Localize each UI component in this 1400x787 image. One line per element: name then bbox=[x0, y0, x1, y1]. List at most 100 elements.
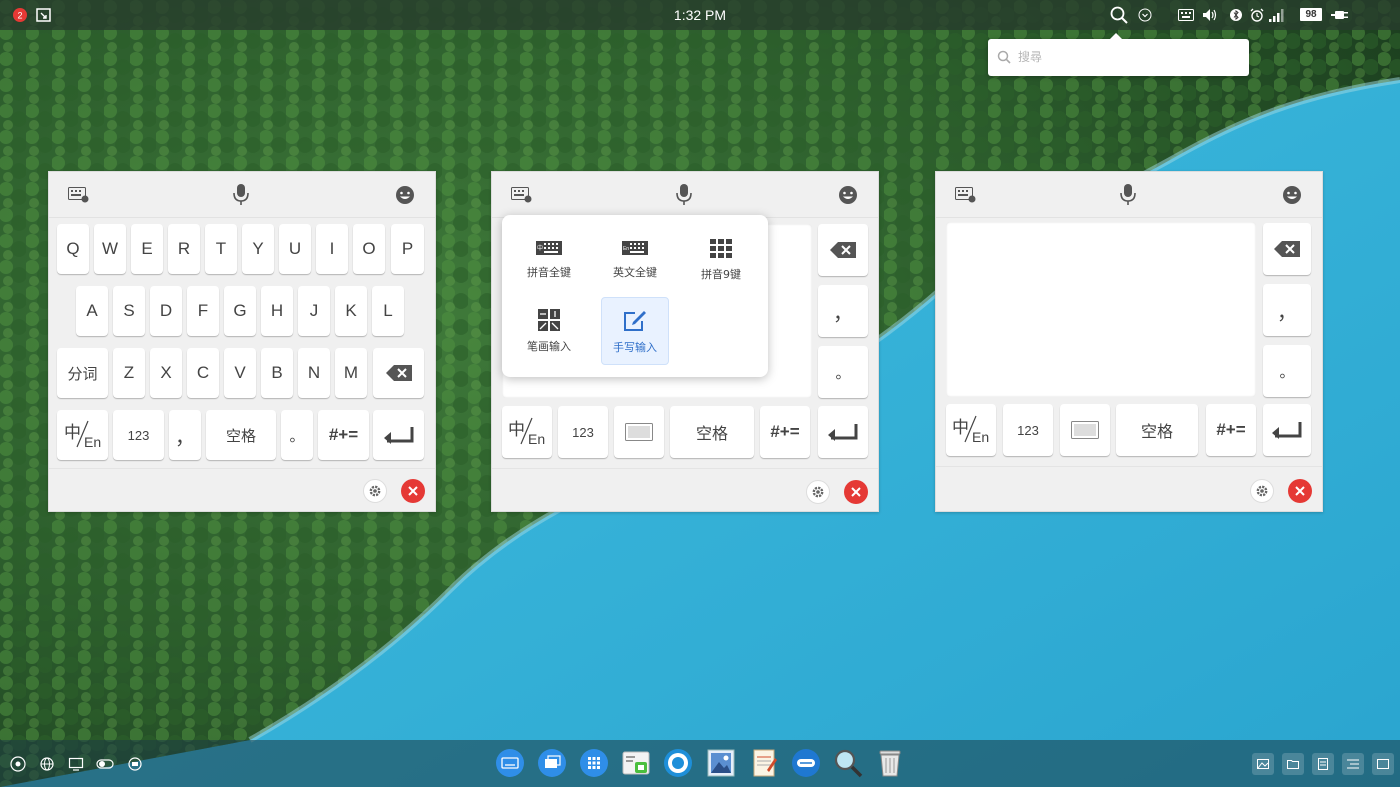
mode-stroke-input[interactable]: 笔画输入 bbox=[515, 297, 583, 365]
comma-key[interactable]: ， bbox=[1263, 284, 1311, 336]
symbols-key[interactable]: #+= bbox=[318, 410, 369, 460]
comma-key[interactable]: ， bbox=[169, 410, 201, 460]
language-switch-key[interactable]: 中 En bbox=[502, 406, 552, 458]
backspace-key[interactable] bbox=[373, 348, 424, 398]
emoji-icon[interactable] bbox=[1280, 184, 1304, 206]
search-icon[interactable] bbox=[1109, 5, 1129, 25]
language-switch-key[interactable]: 中 En bbox=[57, 410, 108, 460]
key-d[interactable]: D bbox=[150, 286, 182, 336]
rotate-icon[interactable] bbox=[125, 754, 145, 774]
keyboard-icon[interactable] bbox=[1178, 7, 1194, 23]
key-n[interactable]: N bbox=[298, 348, 330, 398]
microphone-icon[interactable] bbox=[229, 184, 253, 206]
close-button[interactable] bbox=[1288, 479, 1312, 503]
key-z[interactable]: Z bbox=[113, 348, 145, 398]
show-desktop-icon[interactable] bbox=[1372, 753, 1394, 775]
key-t[interactable]: T bbox=[205, 224, 237, 274]
emoji-icon[interactable] bbox=[836, 184, 860, 206]
signal-icon[interactable] bbox=[1269, 7, 1285, 23]
image-icon[interactable] bbox=[1252, 753, 1274, 775]
bluetooth-icon[interactable] bbox=[1228, 7, 1244, 23]
key-e[interactable]: E bbox=[131, 224, 163, 274]
settings-button[interactable] bbox=[363, 479, 387, 503]
key-y[interactable]: Y bbox=[242, 224, 274, 274]
key-r[interactable]: R bbox=[168, 224, 200, 274]
chevron-down-icon[interactable] bbox=[1137, 7, 1153, 23]
mode-handwriting-input[interactable]: 手写输入 bbox=[601, 297, 669, 365]
key-l[interactable]: L bbox=[372, 286, 404, 336]
keyboard-switch-icon[interactable] bbox=[67, 184, 91, 206]
key-b[interactable]: B bbox=[261, 348, 293, 398]
symbols-key[interactable]: #+= bbox=[760, 406, 810, 458]
handwriting-area[interactable] bbox=[946, 222, 1256, 397]
keyboard-switch-icon[interactable] bbox=[510, 184, 534, 206]
settings-button[interactable] bbox=[806, 480, 830, 504]
period-key[interactable]: 。 bbox=[1263, 345, 1311, 397]
display-icon[interactable] bbox=[66, 754, 86, 774]
key-i[interactable]: I bbox=[316, 224, 348, 274]
comma-key[interactable]: ， bbox=[818, 285, 868, 337]
search-input[interactable] bbox=[1018, 47, 1238, 67]
launcher-app[interactable] bbox=[578, 747, 610, 779]
key-m[interactable]: M bbox=[335, 348, 367, 398]
period-key[interactable]: 。 bbox=[818, 346, 868, 398]
key-u[interactable]: U bbox=[279, 224, 311, 274]
key-q[interactable]: Q bbox=[57, 224, 89, 274]
alarm-icon[interactable] bbox=[1249, 7, 1265, 23]
mode-pinyin-full[interactable]: 中 拼音全键 bbox=[515, 227, 583, 295]
window-manager-app[interactable] bbox=[536, 747, 568, 779]
symbols-key[interactable]: #+= bbox=[1206, 404, 1256, 456]
microphone-icon[interactable] bbox=[672, 184, 696, 206]
enter-key[interactable] bbox=[1263, 404, 1311, 456]
photos-app[interactable] bbox=[705, 747, 737, 779]
chat-app[interactable] bbox=[790, 747, 822, 779]
battery-icon[interactable]: 98 bbox=[1300, 8, 1322, 21]
numbers-key[interactable]: 123 bbox=[113, 410, 164, 460]
key-k[interactable]: K bbox=[335, 286, 367, 336]
key-segment-word[interactable]: 分词 bbox=[57, 348, 108, 398]
key-a[interactable]: A bbox=[76, 286, 108, 336]
keyboard-switch-icon[interactable] bbox=[954, 184, 978, 206]
volume-icon[interactable] bbox=[1202, 7, 1218, 23]
key-h[interactable]: H bbox=[261, 286, 293, 336]
browser-app[interactable] bbox=[662, 747, 694, 779]
space-key[interactable]: 空格 bbox=[670, 406, 754, 458]
mode-english-full[interactable]: En 英文全键 bbox=[601, 227, 669, 295]
enter-key[interactable] bbox=[818, 406, 868, 458]
settings-icon[interactable] bbox=[8, 754, 28, 774]
space-key[interactable]: 空格 bbox=[1116, 404, 1198, 456]
key-j[interactable]: J bbox=[298, 286, 330, 336]
backspace-key[interactable] bbox=[1263, 223, 1311, 275]
text-editor-app[interactable] bbox=[748, 747, 780, 779]
key-s[interactable]: S bbox=[113, 286, 145, 336]
document-icon[interactable] bbox=[1312, 753, 1334, 775]
key-w[interactable]: W bbox=[94, 224, 126, 274]
key-v[interactable]: V bbox=[224, 348, 256, 398]
backspace-key[interactable] bbox=[818, 224, 868, 276]
period-key[interactable]: 。 bbox=[281, 410, 313, 460]
onboard-keyboard-app[interactable] bbox=[494, 747, 526, 779]
emoji-icon[interactable] bbox=[393, 184, 417, 206]
power-plug-icon[interactable] bbox=[1330, 7, 1350, 23]
close-button[interactable] bbox=[844, 480, 868, 504]
numbers-key[interactable]: 123 bbox=[1003, 404, 1053, 456]
search-app[interactable] bbox=[832, 747, 864, 779]
key-p[interactable]: P bbox=[391, 224, 424, 274]
keyboard-hide-key[interactable] bbox=[614, 406, 664, 458]
toggle-icon[interactable] bbox=[95, 754, 115, 774]
list-icon[interactable] bbox=[1342, 753, 1364, 775]
key-o[interactable]: O bbox=[353, 224, 385, 274]
folder-icon[interactable] bbox=[1282, 753, 1304, 775]
enter-key[interactable] bbox=[373, 410, 424, 460]
numbers-key[interactable]: 123 bbox=[558, 406, 608, 458]
trash-app[interactable] bbox=[874, 747, 906, 779]
space-key[interactable]: 空格 bbox=[206, 410, 276, 460]
key-g[interactable]: G bbox=[224, 286, 256, 336]
key-c[interactable]: C bbox=[187, 348, 219, 398]
key-f[interactable]: F bbox=[187, 286, 219, 336]
image-viewer-app[interactable] bbox=[620, 747, 652, 779]
mode-pinyin-9-key[interactable]: 拼音9键 bbox=[687, 227, 755, 295]
microphone-icon[interactable] bbox=[1116, 184, 1140, 206]
close-button[interactable] bbox=[401, 479, 425, 503]
language-switch-key[interactable]: 中 En bbox=[946, 404, 996, 456]
